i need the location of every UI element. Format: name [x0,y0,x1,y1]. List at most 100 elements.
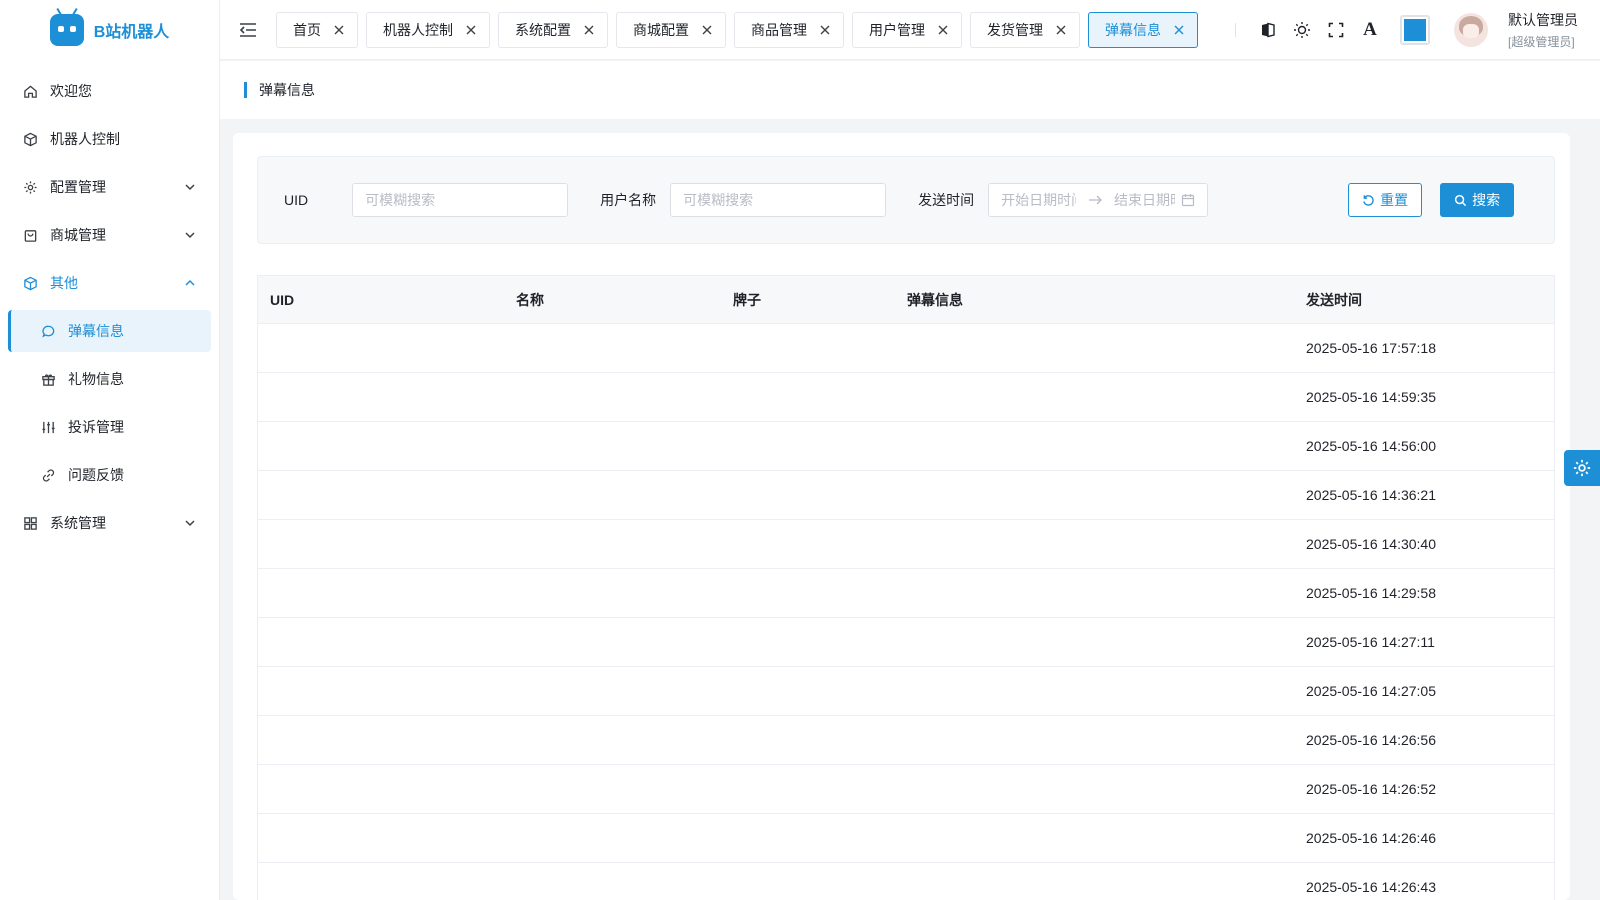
sidebar-item-other[interactable]: 其他 [8,262,211,304]
arrow-right-icon [1089,195,1102,205]
sun-icon[interactable] [1292,20,1312,40]
cell-send-time: 2025-05-16 14:26:52 [1306,781,1436,797]
column-header-brand[interactable]: 牌子 [721,290,895,310]
table-row[interactable]: 2025-05-16 14:26:46 [258,814,1554,863]
table-row[interactable]: 2025-05-16 14:27:05 [258,667,1554,716]
settings-float-button[interactable] [1564,450,1600,486]
close-icon[interactable] [333,24,345,36]
search-form: UID 用户名称 发送时间 开始日期时间 结束日期时间 重置 搜索 [257,156,1555,244]
close-icon[interactable] [583,24,595,36]
tab-system-config[interactable]: 系统配置 [498,11,608,48]
cell-send-time: 2025-05-16 14:26:43 [1306,879,1436,895]
chevron-down-icon [183,228,197,242]
sidebar-menu: 欢迎您 机器人控制 配置管理 商城管理 其他 弹幕信息 礼物信息 投诉管理 问题… [0,70,219,544]
search-button[interactable]: 搜索 [1440,183,1515,217]
sidebar-item-mall[interactable]: 商城管理 [8,214,211,256]
column-header-message[interactable]: 弹幕信息 [895,290,1294,310]
header-toolbar: A 默认管理员 [超级管理员] [1235,0,1578,60]
sidebar-item-complaint[interactable]: 投诉管理 [8,406,211,448]
table-row[interactable]: 2025-05-16 14:27:11 [258,618,1554,667]
font-size-icon[interactable]: A [1360,19,1380,40]
send-time-label: 发送时间 [918,192,975,208]
table-row[interactable]: 2025-05-16 14:26:43 [258,863,1554,900]
tab-robot-control[interactable]: 机器人控制 [366,11,490,48]
tab-user-management[interactable]: 用户管理 [852,11,962,48]
sidebar-item-label: 问题反馈 [68,467,124,483]
app-name: B站机器人 [93,24,170,41]
cell-send-time: 2025-05-16 17:57:18 [1306,340,1436,356]
sidebar-item-config[interactable]: 配置管理 [8,166,211,208]
table-row[interactable]: 2025-05-16 14:36:21 [258,471,1554,520]
tab-danmaku[interactable]: 弹幕信息 [1088,11,1198,48]
sidebar-item-system[interactable]: 系统管理 [8,502,211,544]
table-row[interactable]: 2025-05-16 14:26:52 [258,765,1554,814]
search-icon [1455,194,1467,206]
table-row[interactable]: 2025-05-16 14:30:40 [258,520,1554,569]
tab-label: 商城配置 [633,21,689,38]
sidebar-item-label: 系统管理 [50,515,106,531]
sidebar-item-welcome[interactable]: 欢迎您 [8,70,211,112]
sliders-icon [40,419,56,435]
tab-label: 弹幕信息 [1105,21,1161,38]
chevron-down-icon [183,516,197,530]
table-header: UID 名称 牌子 弹幕信息 发送时间 [258,276,1554,324]
tab-label: 商品管理 [751,21,807,38]
table-row[interactable]: 2025-05-16 14:26:56 [258,716,1554,765]
sidebar-item-danmaku[interactable]: 弹幕信息 [8,310,211,352]
cube-icon [22,131,38,147]
close-icon[interactable] [1173,24,1185,36]
close-icon[interactable] [465,24,477,36]
table-row[interactable]: 2025-05-16 14:59:35 [258,373,1554,422]
fullscreen-icon[interactable] [1326,20,1346,40]
main-card: UID 用户名称 发送时间 开始日期时间 结束日期时间 重置 搜索 UID 名称… [233,133,1570,900]
tab-mall-config[interactable]: 商城配置 [616,11,726,48]
close-icon[interactable] [819,24,831,36]
avatar[interactable] [1454,13,1488,47]
book-icon[interactable] [1258,20,1278,40]
username-search-input[interactable] [670,183,887,217]
cell-send-time: 2025-05-16 14:26:46 [1306,830,1436,846]
column-header-uid[interactable]: UID [258,292,504,308]
end-date-input[interactable]: 结束日期时间 [1114,190,1175,210]
cell-send-time: 2025-05-16 14:27:11 [1306,634,1435,650]
sidebar-item-label: 配置管理 [50,179,106,195]
bilibili-tv-icon [49,7,84,46]
uid-search-input[interactable] [352,183,569,217]
tab-shipping-management[interactable]: 发货管理 [970,11,1080,48]
close-icon[interactable] [937,24,949,36]
theme-color-fill [1404,19,1426,41]
menu-fold-icon [239,22,256,37]
menu-collapse-button[interactable] [220,0,276,60]
table-row[interactable]: 2025-05-16 17:57:18 [258,324,1554,373]
sidebar-item-gift[interactable]: 礼物信息 [8,358,211,400]
column-header-send-time[interactable]: 发送时间 [1294,290,1554,310]
close-icon[interactable] [701,24,713,36]
top-header: 首页 机器人控制 系统配置 商城配置 商品管理 用户管理 发货管理 弹幕信息 A… [220,0,1600,60]
sidebar-item-robot-control[interactable]: 机器人控制 [8,118,211,160]
theme-color-picker[interactable] [1400,15,1430,45]
user-info[interactable]: 默认管理员 [超级管理员] [1508,10,1578,50]
bag-icon [22,227,38,243]
start-date-input[interactable]: 开始日期时间 [1001,190,1076,210]
sidebar-item-label: 商城管理 [50,227,106,243]
tab-product-management[interactable]: 商品管理 [734,11,844,48]
close-icon[interactable] [1055,24,1067,36]
cell-send-time: 2025-05-16 14:26:56 [1306,732,1436,748]
refresh-icon [1363,194,1374,206]
box-icon [22,275,38,291]
sidebar-item-feedback[interactable]: 问题反馈 [8,454,211,496]
username-label: 用户名称 [600,192,657,208]
sidebar-submenu-other: 弹幕信息 礼物信息 投诉管理 问题反馈 [0,310,219,496]
link-icon [40,467,56,483]
grid-icon [22,515,38,531]
reset-button[interactable]: 重置 [1348,183,1423,217]
table-row[interactable]: 2025-05-16 14:56:00 [258,422,1554,471]
send-time-range-picker[interactable]: 开始日期时间 结束日期时间 [988,183,1209,217]
tab-home[interactable]: 首页 [276,11,358,48]
user-role: [超级管理员] [1508,35,1575,49]
gear-icon [1573,459,1591,477]
app-logo[interactable]: B站机器人 [0,0,219,60]
column-header-name[interactable]: 名称 [504,290,721,310]
cell-send-time: 2025-05-16 14:56:00 [1306,438,1436,454]
table-row[interactable]: 2025-05-16 14:29:58 [258,569,1554,618]
